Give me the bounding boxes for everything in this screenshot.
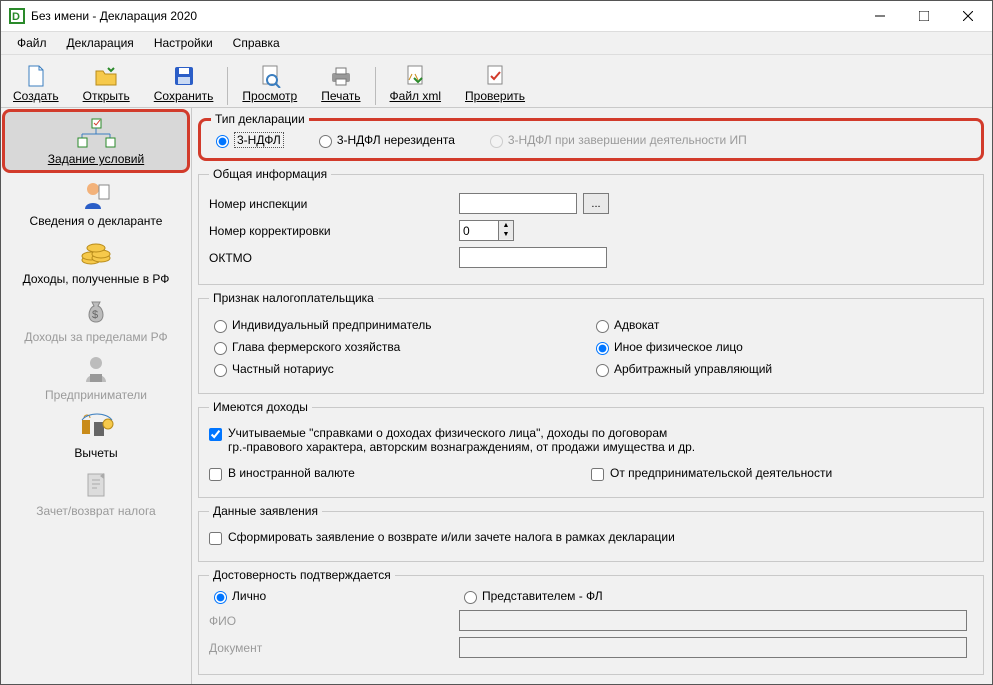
toolbar-preview[interactable]: Просмотр bbox=[230, 55, 309, 105]
check-form-application[interactable]: Сформировать заявление о возврате и/или … bbox=[209, 530, 675, 545]
toolbar-print[interactable]: Печать bbox=[309, 55, 372, 105]
print-icon bbox=[329, 63, 353, 89]
nav-refund-label: Зачет/возврат налога bbox=[36, 504, 155, 518]
legend-taxpayer: Признак налогоплательщика bbox=[209, 291, 378, 305]
label-document: Документ bbox=[209, 641, 459, 655]
group-general: Общая информация Номер инспекции ... Ном… bbox=[198, 167, 984, 285]
toolbar-xml[interactable]: Файл xml bbox=[378, 55, 454, 105]
check-icon bbox=[484, 63, 506, 89]
xml-file-icon bbox=[404, 63, 426, 89]
radio-taxpayer-notary[interactable]: Частный нотариус bbox=[209, 361, 334, 377]
radio-taxpayer-ip[interactable]: Индивидуальный предприниматель bbox=[209, 317, 431, 333]
check-income-entrepreneurial[interactable]: От предпринимательской деятельности bbox=[591, 466, 832, 481]
nav-income-foreign-label: Доходы за пределами РФ bbox=[24, 330, 167, 344]
nav-conditions-label: Задание условий bbox=[48, 152, 144, 166]
menu-file[interactable]: Файл bbox=[7, 33, 57, 53]
nav-income-rf-label: Доходы, полученные в РФ bbox=[23, 272, 170, 286]
toolbar-separator bbox=[375, 67, 376, 105]
toolbar-create[interactable]: Создать bbox=[1, 55, 71, 105]
spin-down-icon[interactable]: ▼ bbox=[499, 230, 513, 239]
legend-type: Тип декларации bbox=[211, 112, 309, 126]
spin-up-icon[interactable]: ▲ bbox=[499, 221, 513, 230]
menu-settings[interactable]: Настройки bbox=[144, 33, 223, 53]
label-inspection: Номер инспекции bbox=[209, 197, 389, 211]
radio-3ndfl-nonresident[interactable]: 3-НДФЛ нерезидента bbox=[314, 132, 455, 148]
new-file-icon bbox=[25, 63, 47, 89]
browse-inspection-button[interactable]: ... bbox=[583, 193, 609, 214]
toolbar: Создать Открыть Сохранить Просмотр Печат… bbox=[1, 55, 992, 108]
minimize-button[interactable] bbox=[858, 2, 902, 30]
svg-text:D: D bbox=[12, 11, 20, 23]
conditions-icon bbox=[74, 116, 118, 150]
nav-declarant[interactable]: Сведения о декларанте bbox=[1, 174, 191, 232]
maximize-button[interactable] bbox=[902, 2, 946, 30]
nav-declarant-label: Сведения о декларанте bbox=[30, 214, 163, 228]
window-title: Без имени - Декларация 2020 bbox=[31, 9, 858, 23]
radio-trust-representative[interactable]: Представителем - ФЛ bbox=[459, 588, 603, 604]
radio-taxpayer-arbitrator[interactable]: Арбитражный управляющий bbox=[591, 361, 772, 377]
toolbar-save[interactable]: Сохранить bbox=[142, 55, 226, 105]
close-button[interactable] bbox=[946, 2, 990, 30]
preview-icon bbox=[259, 63, 281, 89]
check-income-foreign[interactable]: В иностранной валюте bbox=[209, 466, 355, 481]
input-correction-spinner[interactable]: ▲▼ bbox=[459, 220, 514, 241]
legend-trust: Достоверность подтверждается bbox=[209, 568, 395, 582]
nav-entrepreneurs-label: Предприниматели bbox=[45, 388, 147, 402]
coins-icon bbox=[79, 236, 113, 270]
radio-3ndfl-ip-close: 3-НДФЛ при завершении деятельности ИП bbox=[485, 132, 747, 148]
radio-taxpayer-other[interactable]: Иное физическое лицо bbox=[591, 339, 743, 355]
input-oktmo[interactable] bbox=[459, 247, 607, 268]
group-taxpayer: Признак налогоплательщика Индивидуальный… bbox=[198, 291, 984, 394]
nav-conditions[interactable]: Задание условий bbox=[2, 109, 190, 173]
legend-application: Данные заявления bbox=[209, 504, 322, 518]
group-trust: Достоверность подтверждается Лично Предс… bbox=[198, 568, 984, 675]
entrepreneur-icon bbox=[80, 352, 112, 386]
app-icon: D bbox=[9, 8, 25, 24]
input-inspection[interactable] bbox=[459, 193, 577, 214]
refund-icon bbox=[82, 468, 110, 502]
menu-declaration[interactable]: Декларация bbox=[57, 33, 144, 53]
label-correction: Номер корректировки bbox=[209, 224, 389, 238]
group-income: Имеются доходы Учитываемые "справками о … bbox=[198, 400, 984, 498]
deductions-icon bbox=[76, 410, 116, 444]
label-fio: ФИО bbox=[209, 614, 459, 628]
legend-general: Общая информация bbox=[209, 167, 331, 181]
svg-text:$: $ bbox=[92, 309, 98, 321]
money-bag-icon: $ bbox=[82, 294, 110, 328]
nav-refund: Зачет/возврат налога bbox=[1, 464, 191, 522]
radio-taxpayer-farm[interactable]: Глава фермерского хозяйства bbox=[209, 339, 400, 355]
sidebar: Задание условий Сведения о декларанте До… bbox=[1, 108, 192, 684]
person-icon bbox=[79, 178, 113, 212]
open-folder-icon bbox=[94, 63, 118, 89]
radio-trust-self[interactable]: Лично bbox=[209, 588, 429, 604]
toolbar-open[interactable]: Открыть bbox=[71, 55, 142, 105]
radio-3ndfl[interactable]: 3-НДФЛ bbox=[211, 132, 284, 148]
menu-help[interactable]: Справка bbox=[223, 33, 290, 53]
nav-deductions[interactable]: Вычеты bbox=[1, 406, 191, 464]
nav-entrepreneurs: Предприниматели bbox=[1, 348, 191, 406]
nav-income-foreign: $ Доходы за пределами РФ bbox=[1, 290, 191, 348]
radio-taxpayer-lawyer[interactable]: Адвокат bbox=[591, 317, 659, 333]
legend-income: Имеются доходы bbox=[209, 400, 312, 414]
toolbar-check[interactable]: Проверить bbox=[453, 55, 537, 105]
input-fio bbox=[459, 610, 967, 631]
toolbar-separator bbox=[227, 67, 228, 105]
nav-income-rf[interactable]: Доходы, полученные в РФ bbox=[1, 232, 191, 290]
group-application: Данные заявления Сформировать заявление … bbox=[198, 504, 984, 562]
menubar: Файл Декларация Настройки Справка bbox=[1, 32, 992, 55]
group-declaration-type: Тип декларации 3-НДФЛ 3-НДФЛ нерезидента… bbox=[198, 112, 984, 161]
content-area: Тип декларации 3-НДФЛ 3-НДФЛ нерезидента… bbox=[192, 108, 992, 684]
nav-deductions-label: Вычеты bbox=[74, 446, 117, 460]
label-oktmo: ОКТМО bbox=[209, 251, 389, 265]
save-icon bbox=[173, 63, 195, 89]
input-document bbox=[459, 637, 967, 658]
titlebar: D Без имени - Декларация 2020 bbox=[1, 1, 992, 32]
check-income-main[interactable]: Учитываемые "справками о доходах физичес… bbox=[209, 426, 695, 454]
